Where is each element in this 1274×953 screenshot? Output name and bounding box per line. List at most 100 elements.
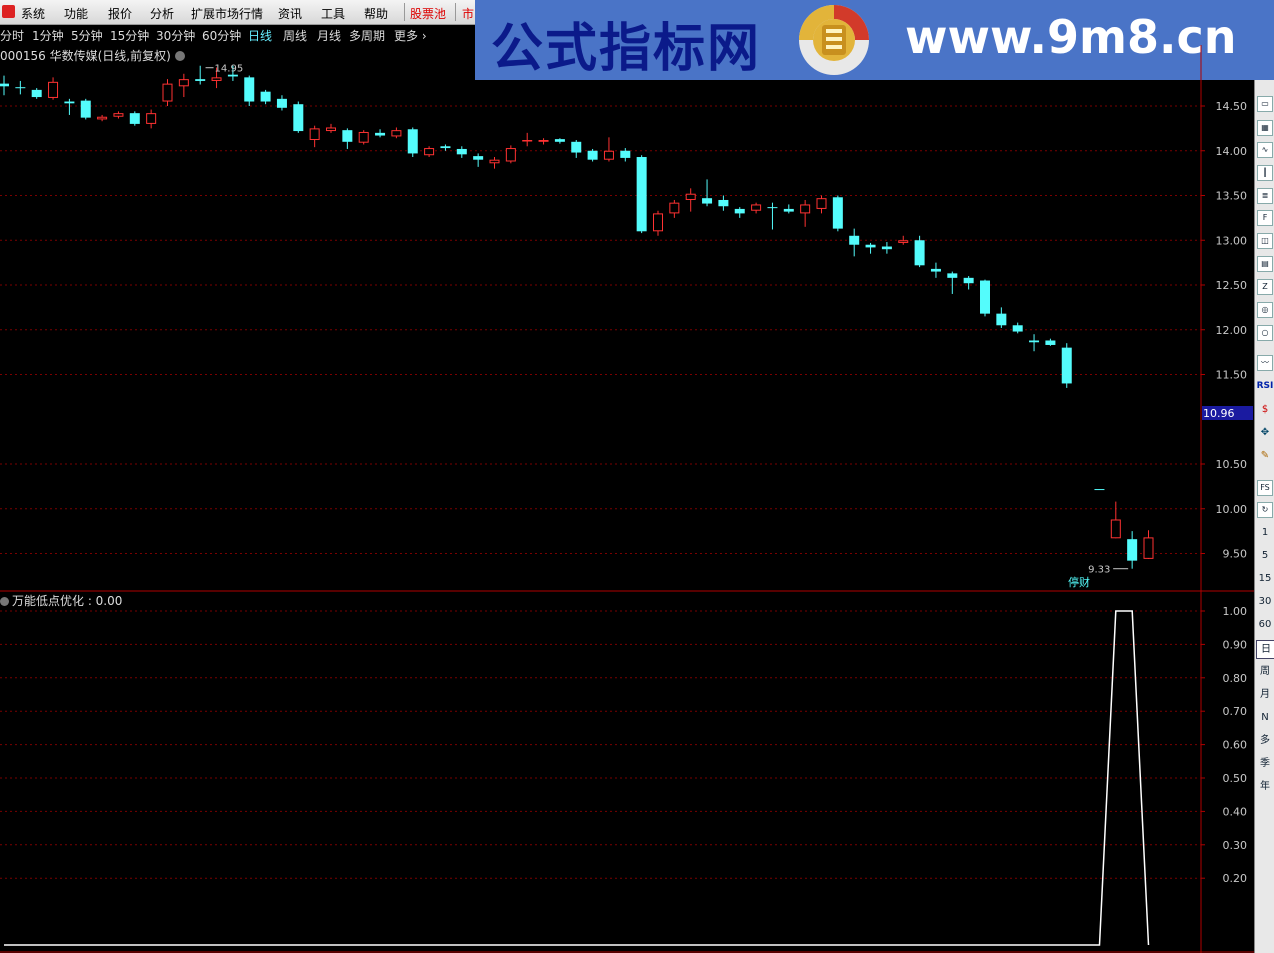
candle-body: [342, 130, 353, 142]
indicator-tick-label: 0.50: [1223, 772, 1248, 785]
candle-body: [1110, 519, 1121, 539]
toolbar-chart-icon[interactable]: ◫: [1257, 233, 1273, 249]
price-tick-label: 10.50: [1216, 458, 1248, 471]
toolbar-line-icon[interactable]: ∿: [1257, 142, 1273, 158]
price-tick-label: 14.00: [1216, 145, 1248, 158]
period-btn-15[interactable]: 15: [1256, 570, 1274, 587]
candle-body: [276, 98, 287, 108]
candle-body: [620, 150, 631, 158]
candle-body: [227, 74, 238, 77]
toolbar-f10-icon[interactable]: F: [1257, 210, 1273, 226]
candle-body: [587, 150, 598, 160]
candle-body: [309, 128, 320, 141]
period-btn-5[interactable]: 5: [1256, 547, 1274, 564]
candle-body: [64, 101, 75, 104]
period-btn-30[interactable]: 30: [1256, 593, 1274, 610]
candle-body: [718, 199, 729, 207]
period-btn-60[interactable]: 60: [1256, 616, 1274, 633]
chart-area[interactable]: 14.50 14.00 13.50 13.00 12.50 12.00 11.50 10.50…: [0, 0, 1254, 953]
toolbar-kline-icon[interactable]: ▭: [1257, 96, 1273, 112]
refresh-icon[interactable]: ↻: [1257, 502, 1273, 518]
current-price-label: 10.96: [1203, 407, 1235, 420]
candle-body: [783, 208, 794, 212]
candle-body: [244, 77, 255, 102]
period-btn-n[interactable]: N: [1256, 709, 1274, 726]
toolbar-candle-icon[interactable]: ┃: [1257, 165, 1273, 181]
candle-body: [178, 79, 189, 87]
indicator-circle-icon[interactable]: [0, 597, 9, 606]
candle-body: [767, 207, 778, 209]
candle-body: [816, 198, 827, 209]
candle-body: [195, 79, 206, 81]
candle-body: [930, 268, 941, 272]
period-btn-1[interactable]: 1: [1256, 524, 1274, 541]
candle-body: [391, 130, 402, 137]
indicator-tick-label: 0.30: [1223, 839, 1248, 852]
candle-body: [97, 116, 108, 120]
period-btn-season[interactable]: 季: [1256, 755, 1274, 772]
candle-body: [1143, 537, 1154, 559]
candle-body: [1061, 347, 1072, 384]
candle-body: [669, 202, 680, 214]
candle-body: [881, 246, 892, 250]
candle-body: [440, 146, 451, 149]
candle-body: [832, 197, 843, 229]
candle-body: [358, 131, 369, 143]
indicator-title-text: 万能低点优化 : 0.00: [12, 594, 123, 608]
toolbar-fs[interactable]: FS: [1257, 480, 1273, 496]
candle-body: [538, 140, 549, 142]
candle-body: [424, 148, 435, 156]
period-btn-day[interactable]: 日: [1256, 640, 1274, 659]
period-btn-year[interactable]: 年: [1256, 778, 1274, 795]
candle-body: [146, 113, 157, 124]
candle-body: [980, 280, 990, 314]
max-price-label: 14.95: [215, 64, 244, 75]
min-price-label: 9.33: [1088, 565, 1110, 576]
annotation-label: 停财: [1068, 575, 1090, 589]
toolbar-list-icon[interactable]: ≣: [1257, 188, 1273, 204]
toolbar-fz-icon[interactable]: Z: [1257, 279, 1273, 295]
candle-body: [865, 244, 876, 248]
candle-body: [48, 81, 59, 98]
candle-body: [31, 89, 42, 98]
candle-body: [898, 240, 909, 243]
period-btn-multi[interactable]: 多: [1256, 732, 1274, 749]
toolbar-wave-icon[interactable]: 〰: [1257, 355, 1273, 371]
candle-body: [702, 198, 713, 204]
toolbar-table-icon[interactable]: ▦: [1257, 120, 1273, 136]
candle-body: [326, 127, 336, 132]
candle-body: [293, 104, 304, 132]
indicator-tick-label: 0.90: [1223, 638, 1248, 651]
candle-body: [554, 139, 565, 142]
candle-body: [489, 159, 500, 164]
price-tick-label: 12.50: [1216, 279, 1248, 292]
price-tick-label: 12.00: [1216, 324, 1248, 337]
indicator-tick-label: 0.80: [1223, 672, 1248, 685]
candle-body: [473, 156, 484, 160]
candle-body: [751, 204, 762, 211]
candle-body: [636, 157, 647, 232]
candle-body: [849, 235, 860, 245]
candle-body: [162, 83, 173, 102]
candle-body: [0, 83, 9, 87]
pencil-icon[interactable]: ✎: [1256, 447, 1274, 464]
candle-body: [963, 277, 974, 284]
price-tick-label: 9.50: [1223, 548, 1248, 561]
candle-body: [505, 148, 516, 162]
toolbar-globe-icon[interactable]: ◎: [1257, 302, 1273, 318]
candle-body: [456, 148, 467, 155]
toolbar-rsi[interactable]: RSI: [1256, 378, 1274, 395]
price-tick-label: 11.50: [1216, 369, 1248, 382]
candle-body: [375, 132, 386, 136]
candle-body: [113, 113, 124, 117]
move-cross-icon[interactable]: ✥: [1256, 424, 1274, 441]
candle-body: [522, 140, 533, 142]
toolbar-doc-icon[interactable]: ▤: [1257, 256, 1273, 272]
toolbar-circle-icon[interactable]: ○: [1257, 325, 1273, 341]
dollar-icon[interactable]: $: [1256, 401, 1274, 418]
price-tick-label: 14.50: [1216, 100, 1248, 113]
right-toolbar: ▭ ▦ ∿ ┃ ≣ F ◫ ▤ Z ◎ ○ 〰 RSI $ ✥ ✎ FS ↻ 1…: [1254, 80, 1274, 953]
candle-body: [211, 77, 222, 81]
period-btn-month[interactable]: 月: [1256, 686, 1274, 703]
period-btn-week[interactable]: 周: [1256, 663, 1274, 680]
